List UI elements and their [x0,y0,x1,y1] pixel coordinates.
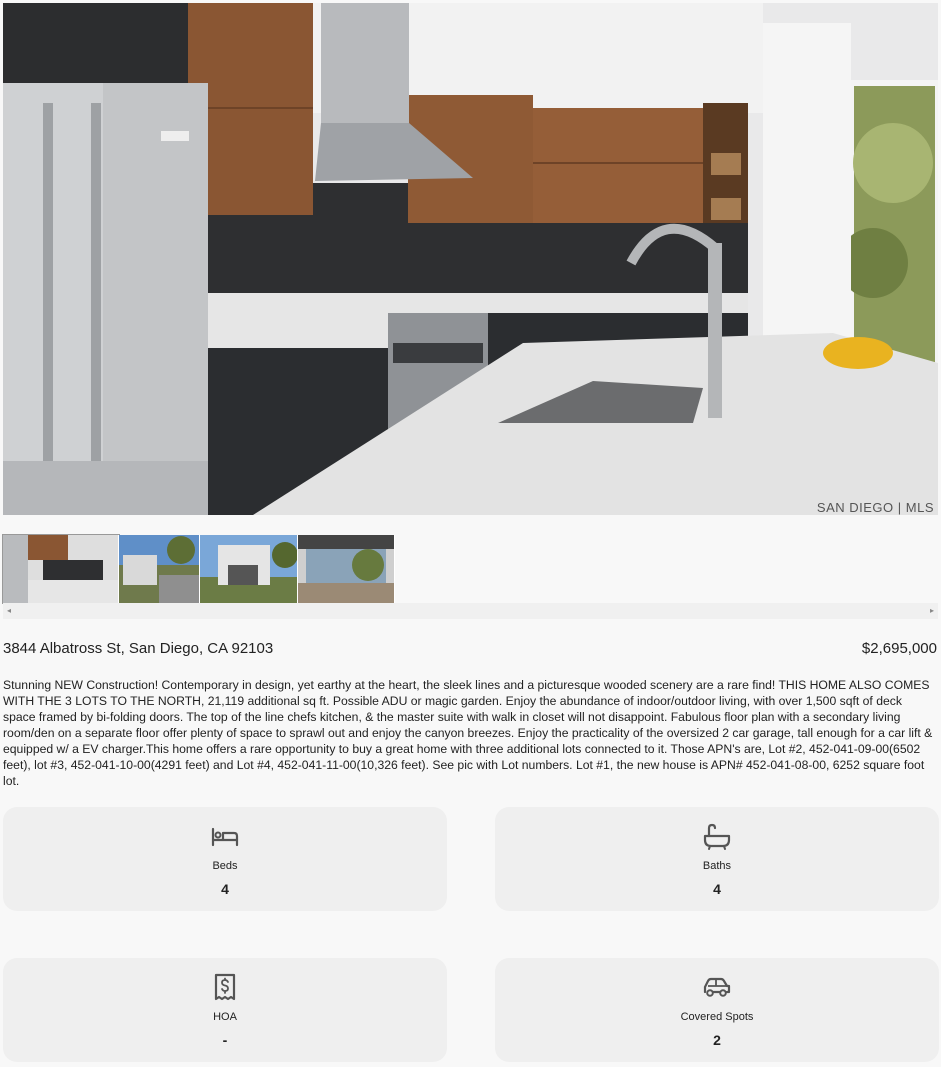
bed-icon [211,827,239,847]
scroll-left-arrow-icon[interactable]: ◂ [7,606,11,615]
mls-watermark: SAN DIEGO | MLS [816,500,934,515]
thumbnail-scrollbar[interactable]: ◂ ▸ [3,603,938,619]
covered-spots-card: Covered Spots 2 [495,958,939,1062]
thumbnail-deck-image [298,535,394,603]
hoa-label: HOA [213,1011,237,1023]
thumbnail-1[interactable] [2,534,120,604]
thumbnail-3[interactable] [200,535,298,603]
thumbnail-kitchen-image [3,535,118,603]
hoa-card: HOA - [3,958,447,1062]
thumbnail-exterior-image [119,535,199,603]
thumbnail-house-image [200,535,297,603]
kitchen-photo [3,3,938,515]
beds-label: Beds [212,860,238,872]
bathtub-icon [703,823,731,850]
baths-label: Baths [702,860,732,872]
beds-card: Beds 4 [3,807,447,911]
covered-spots-label: Covered Spots [680,1011,754,1023]
listing-description: Stunning NEW Construction! Contemporary … [3,678,933,788]
baths-value: 4 [713,881,721,897]
car-icon [703,977,731,997]
baths-card: Baths 4 [495,807,939,911]
listing-price: $2,695,000 [861,640,937,657]
listing-address: 3844 Albatross St, San Diego, CA 92103 [3,640,274,657]
covered-spots-value: 2 [713,1032,721,1048]
thumbnail-4[interactable] [298,535,395,603]
main-photo[interactable]: SAN DIEGO | MLS [3,3,938,515]
hoa-value: - [222,1032,228,1048]
thumbnail-strip [2,534,395,604]
beds-value: 4 [221,881,229,897]
scroll-right-arrow-icon[interactable]: ▸ [930,606,934,615]
thumbnail-2[interactable] [119,535,200,603]
receipt-dollar-icon [214,973,236,1001]
